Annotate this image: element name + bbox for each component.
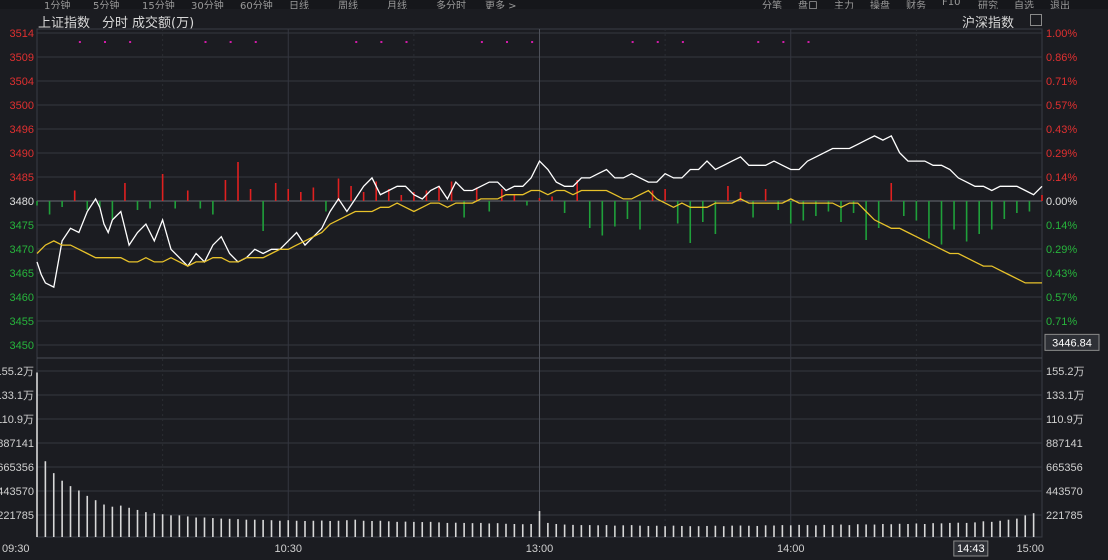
signal-marker: [782, 41, 785, 43]
volume-tick-label: 221785: [0, 510, 34, 522]
time-tick-label: 09:30: [2, 543, 30, 555]
time-tick-label: 13:00: [526, 543, 554, 555]
signal-marker: [807, 41, 810, 43]
volume-tick-label: 133.1万: [0, 390, 34, 402]
price-tick-label: 3496: [10, 124, 34, 136]
signal-marker: [229, 41, 232, 43]
signal-marker: [656, 41, 659, 43]
percent-tick-label: 0.57%: [1046, 292, 1077, 304]
percent-tick-label: 0.14%: [1046, 220, 1077, 232]
signal-marker: [380, 41, 383, 43]
price-tick-label: 3500: [10, 100, 34, 112]
volume-tick-label: 887141: [0, 438, 34, 450]
signal-marker: [129, 41, 132, 43]
volume-tick-label: 665356: [1046, 462, 1083, 474]
percent-tick-label: 0.86%: [1046, 52, 1077, 64]
volume-tick-label: 221785: [1046, 510, 1083, 522]
intraday-chart[interactable]: 3514 1.00% 3509 0.86% 3504 0.71% 3500 0.57% 3496…: [0, 0, 1108, 560]
price-tick-label: 3490: [10, 148, 34, 160]
signal-marker: [506, 41, 508, 43]
price-tick-label: 3509: [10, 52, 34, 64]
signal-marker: [204, 41, 207, 43]
cursor-time-value: 14:43: [957, 543, 985, 555]
price-tick-label: 3465: [10, 268, 34, 280]
volume-tick-label: 443570: [0, 486, 34, 498]
price-tick-label: 3450: [10, 340, 34, 352]
price-tick-label: 3475: [10, 220, 34, 232]
percent-tick-label: 0.14%: [1046, 172, 1077, 184]
time-tick-label: 15:00: [1016, 543, 1044, 555]
volume-tick-label: 887141: [1046, 438, 1083, 450]
price-tick-label: 3470: [10, 244, 34, 256]
signal-marker: [531, 41, 534, 43]
volume-tick-label: 155.2万: [0, 366, 34, 378]
volume-tick-label: 155.2万: [1046, 366, 1085, 378]
time-tick-label: 14:00: [777, 543, 805, 555]
volume-tick-label: 110.9万: [1046, 414, 1084, 426]
percent-tick-label: 1.00%: [1046, 28, 1077, 40]
price-tick-label: 3504: [10, 76, 34, 88]
time-tick-label: 10:30: [274, 543, 302, 555]
signal-marker: [757, 41, 760, 43]
price-tick-label: 3480: [10, 196, 34, 208]
price-tick-label: 3455: [10, 316, 34, 328]
signal-marker: [405, 41, 408, 43]
price-tick-label: 3514: [10, 28, 34, 40]
signal-marker: [631, 41, 634, 43]
percent-tick-label: 0.71%: [1046, 316, 1077, 328]
signal-marker: [254, 41, 257, 43]
price-tick-label: 3485: [10, 172, 34, 184]
percent-tick-label: 0.71%: [1046, 76, 1077, 88]
signal-marker: [355, 41, 358, 43]
signal-marker: [480, 41, 483, 43]
percent-tick-label: 0.00%: [1046, 196, 1077, 208]
signal-marker: [78, 41, 81, 43]
signal-marker: [681, 41, 684, 43]
percent-tick-label: 0.43%: [1046, 268, 1077, 280]
signal-marker: [104, 41, 106, 43]
price-tick-label: 3460: [10, 292, 34, 304]
percent-tick-label: 0.29%: [1046, 148, 1077, 160]
percent-tick-label: 0.57%: [1046, 100, 1077, 112]
volume-tick-label: 133.1万: [1046, 390, 1085, 402]
cursor-price-value: 3446.84: [1052, 337, 1092, 349]
volume-tick-label: 665356: [0, 462, 34, 474]
volume-tick-label: 110.9万: [0, 414, 34, 426]
percent-tick-label: 0.43%: [1046, 124, 1077, 136]
percent-tick-label: 0.29%: [1046, 244, 1077, 256]
volume-tick-label: 443570: [1046, 486, 1083, 498]
